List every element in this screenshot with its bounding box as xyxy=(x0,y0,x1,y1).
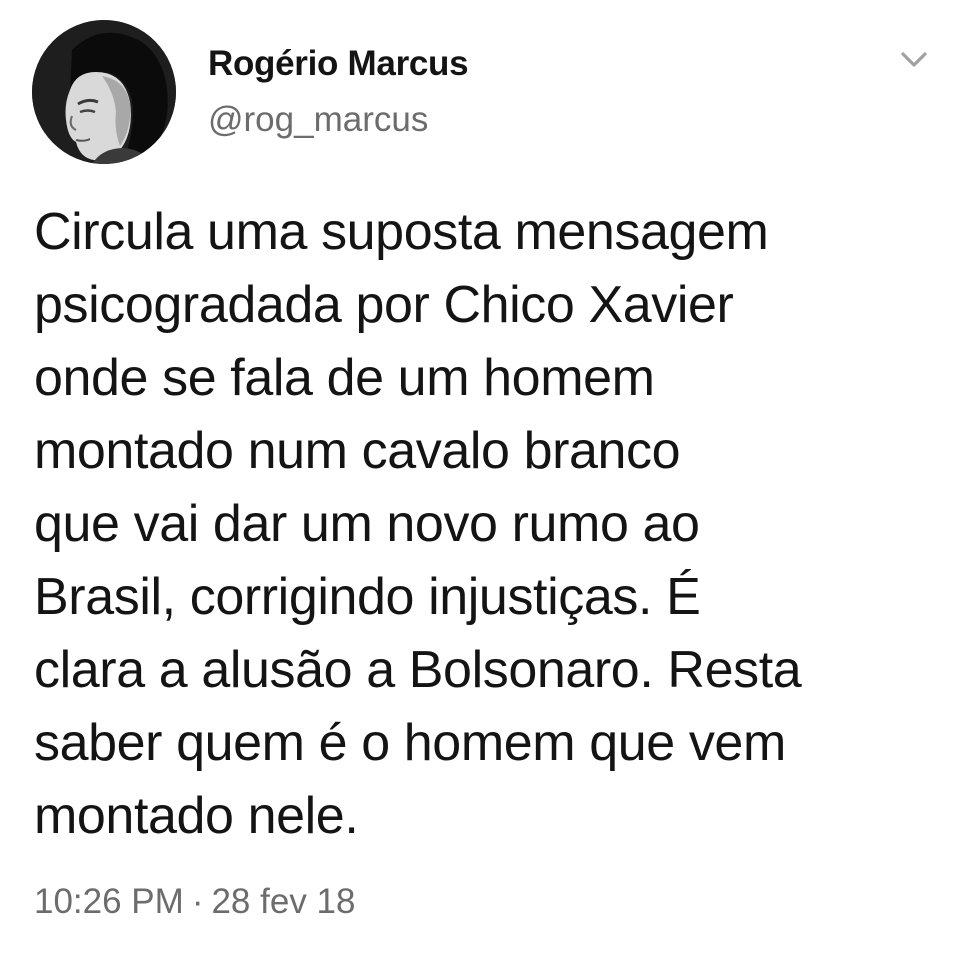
author-display-name[interactable]: Rogério Marcus xyxy=(208,44,469,84)
chevron-down-icon xyxy=(901,52,927,67)
tweet-date: 28 fev 18 xyxy=(211,882,356,921)
tweet-timestamp[interactable]: 10:26 PM · 28 fev 18 xyxy=(34,882,355,922)
avatar[interactable] xyxy=(32,20,176,164)
tweet-menu-button[interactable] xyxy=(896,44,932,74)
tweet-text: Circula uma suposta mensagem psicogradad… xyxy=(34,203,802,845)
tweet-card: Rogério Marcus @rog_marcus Circula uma s… xyxy=(0,0,958,960)
meta-separator: · xyxy=(191,882,204,921)
user-avatar-photo-icon xyxy=(32,20,176,164)
author-handle[interactable]: @rog_marcus xyxy=(208,100,428,140)
tweet-time: 10:26 PM xyxy=(34,882,184,921)
